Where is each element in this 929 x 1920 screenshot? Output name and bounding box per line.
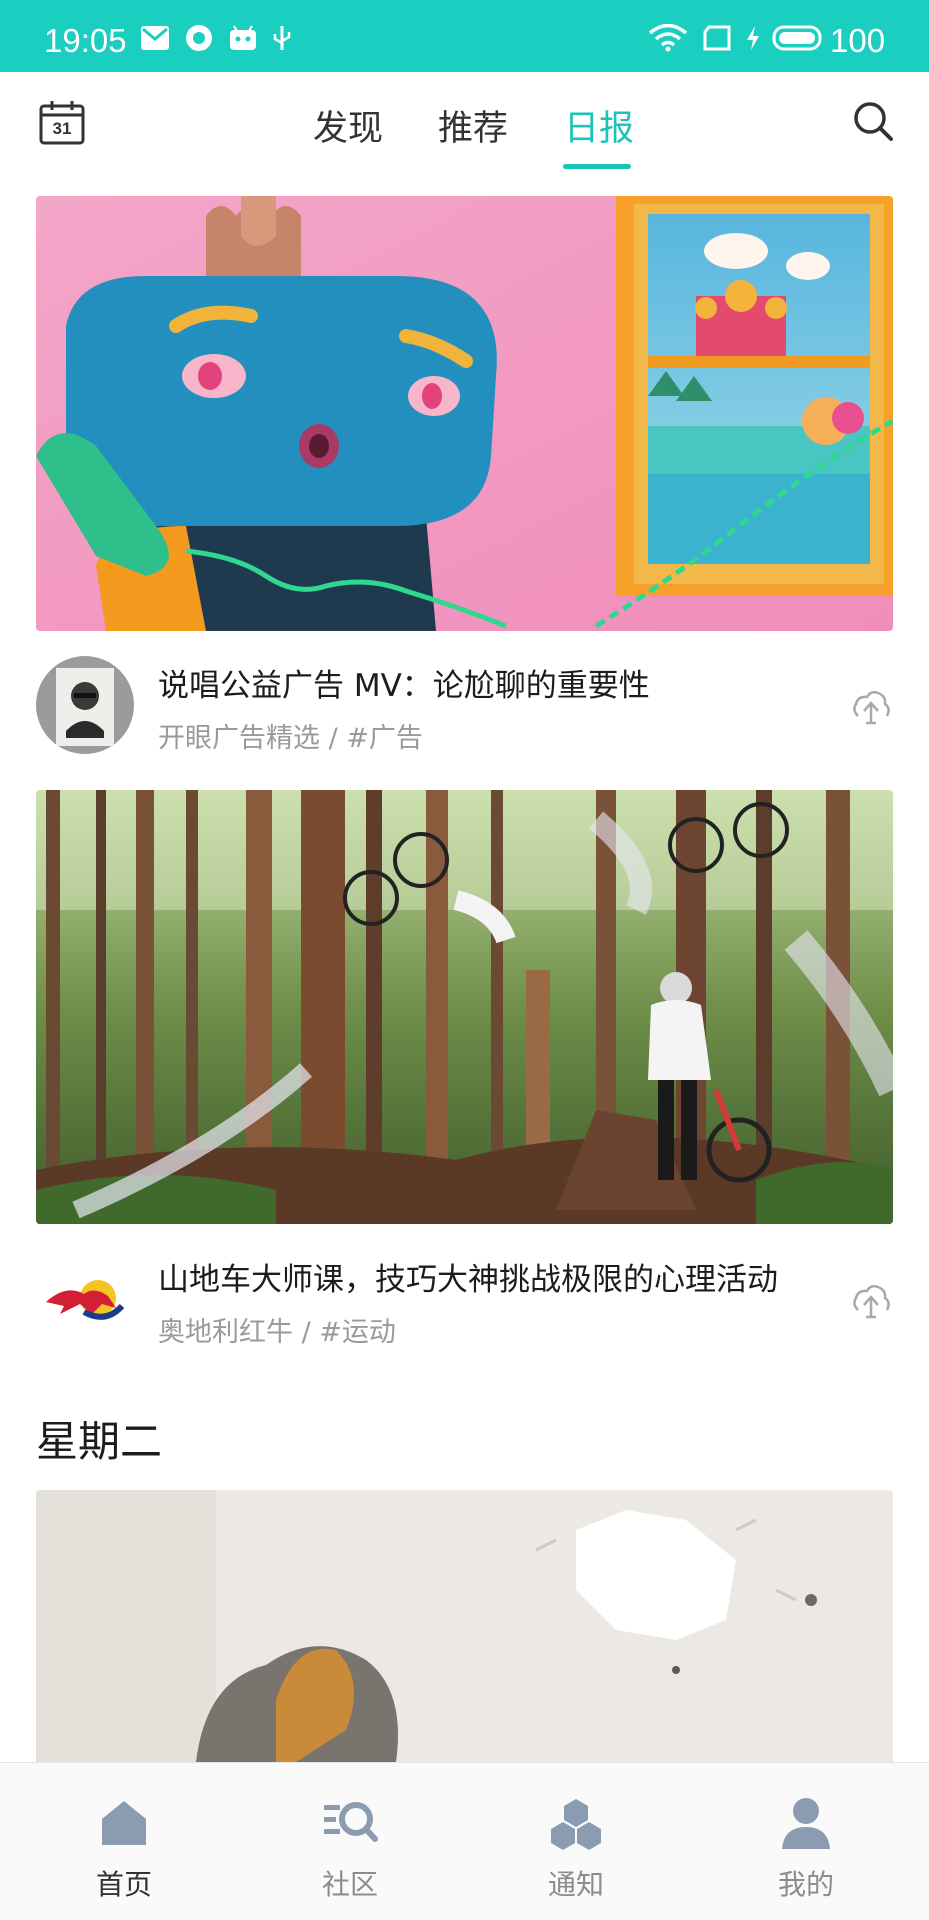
nav-community[interactable]: 社区 xyxy=(234,1763,466,1920)
profile-icon xyxy=(782,1798,830,1849)
notification-cubes-icon xyxy=(551,1799,601,1850)
share-icon[interactable] xyxy=(850,1280,892,1322)
calendar-button[interactable]: 31 xyxy=(38,98,86,146)
nav-home[interactable]: 首页 xyxy=(8,1763,240,1920)
author-avatar[interactable] xyxy=(36,1250,134,1348)
nav-profile-label: 我的 xyxy=(777,1868,834,1901)
nav-home-label: 首页 xyxy=(95,1868,152,1901)
status-time: 19:05 xyxy=(44,22,127,59)
app-icon xyxy=(186,25,212,51)
card-title[interactable]: 说唱公益广告 MV：论尬聊的重要性 xyxy=(158,660,650,705)
claymation-cover xyxy=(36,196,893,631)
active-tab-indicator xyxy=(563,164,631,169)
video-cover-image[interactable] xyxy=(36,1490,893,1762)
battery-level: 100 xyxy=(830,22,886,59)
mail-icon xyxy=(141,26,169,50)
tab-discover[interactable]: 发现 xyxy=(313,100,383,151)
calendar-day: 31 xyxy=(52,119,72,138)
nav-notifications[interactable]: 通知 xyxy=(460,1763,692,1920)
red-bull-logo xyxy=(46,1280,125,1320)
charging-icon xyxy=(747,26,759,50)
video-cover-image[interactable] xyxy=(36,196,893,631)
author-avatar[interactable] xyxy=(36,656,134,754)
tab-daily[interactable]: 日报 xyxy=(564,100,634,151)
android-icon xyxy=(230,25,256,50)
wifi-icon xyxy=(648,24,688,52)
community-search-icon xyxy=(324,1802,378,1842)
author-portrait-avatar xyxy=(36,656,134,754)
section-title: 星期二 xyxy=(36,1417,163,1466)
nav-notifications-label: 通知 xyxy=(547,1868,604,1901)
search-icon[interactable] xyxy=(852,100,894,142)
top-nav: 31 发现 推荐 日报 xyxy=(0,72,929,192)
video-cover-image[interactable] xyxy=(36,790,893,1224)
card-meta: 开眼广告精选 / #广告 xyxy=(158,723,423,754)
status-bar: 19:05 100 xyxy=(0,0,929,72)
usb-icon xyxy=(273,26,291,50)
sim-icon xyxy=(703,25,731,51)
nav-profile[interactable]: 我的 xyxy=(690,1763,922,1920)
nav-community-label: 社区 xyxy=(321,1868,378,1901)
card-title[interactable]: 山地车大师课，技巧大神挑战极限的心理活动 xyxy=(158,1254,778,1299)
home-icon xyxy=(102,1801,146,1845)
tab-recommend[interactable]: 推荐 xyxy=(438,100,508,151)
share-icon[interactable] xyxy=(850,686,892,728)
mountain-bike-cover xyxy=(36,790,893,1224)
card-meta: 奥地利红牛 / #运动 xyxy=(158,1317,396,1348)
bottom-nav: 首页 社区 通知 我的 xyxy=(0,1762,929,1920)
sculpture-cover xyxy=(36,1490,893,1762)
battery-icon xyxy=(772,25,822,51)
